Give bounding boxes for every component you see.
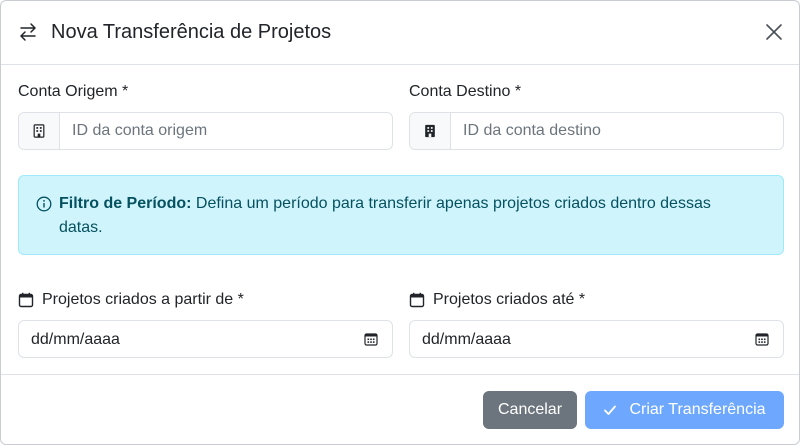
destination-account-group [409, 112, 784, 150]
create-transfer-button[interactable]: Criar Transferência [585, 391, 784, 429]
source-account-input[interactable] [60, 113, 392, 149]
check-icon [604, 405, 617, 415]
calendar-icon [18, 292, 34, 308]
date-to-label-text: Projetos criados até * [433, 291, 586, 308]
building-icon [33, 124, 45, 138]
arrows-swap-icon [20, 23, 36, 41]
date-to-value: dd/mm/aaaa [422, 331, 511, 348]
calendar-picker-icon[interactable] [755, 332, 769, 346]
source-account-label: Conta Origem * [18, 83, 129, 100]
transfer-modal: Nova Transferência de Projetos Conta Ori… [0, 0, 800, 445]
date-from-label-text: Projetos criados a partir de * [42, 291, 244, 308]
source-account-group [18, 112, 393, 150]
close-button[interactable] [763, 21, 785, 43]
create-transfer-label: Criar Transferência [629, 401, 766, 418]
date-to-input[interactable]: dd/mm/aaaa [409, 320, 784, 358]
destination-account-addon [410, 113, 451, 149]
modal-footer: Cancelar Criar Transferência [1, 374, 799, 444]
calendar-picker-icon[interactable] [364, 332, 378, 346]
date-from-value: dd/mm/aaaa [31, 331, 120, 348]
building-icon [425, 124, 435, 138]
close-icon [766, 24, 782, 40]
date-to-label: Projetos criados até * [409, 290, 585, 310]
cancel-button[interactable]: Cancelar [483, 391, 577, 429]
period-filter-alert: Filtro de Período: Defina um período par… [18, 175, 784, 255]
calendar-icon [409, 292, 425, 308]
modal-title: Nova Transferência de Projetos [51, 21, 332, 43]
date-from-input[interactable]: dd/mm/aaaa [18, 320, 393, 358]
source-account-addon [19, 113, 60, 149]
modal-header: Nova Transferência de Projetos [1, 1, 799, 65]
destination-account-input[interactable] [451, 113, 783, 149]
alert-title: Filtro de Período: [59, 195, 192, 212]
date-from-label: Projetos criados a partir de * [18, 290, 244, 310]
destination-account-label: Conta Destino * [409, 83, 522, 100]
info-icon [36, 196, 52, 212]
